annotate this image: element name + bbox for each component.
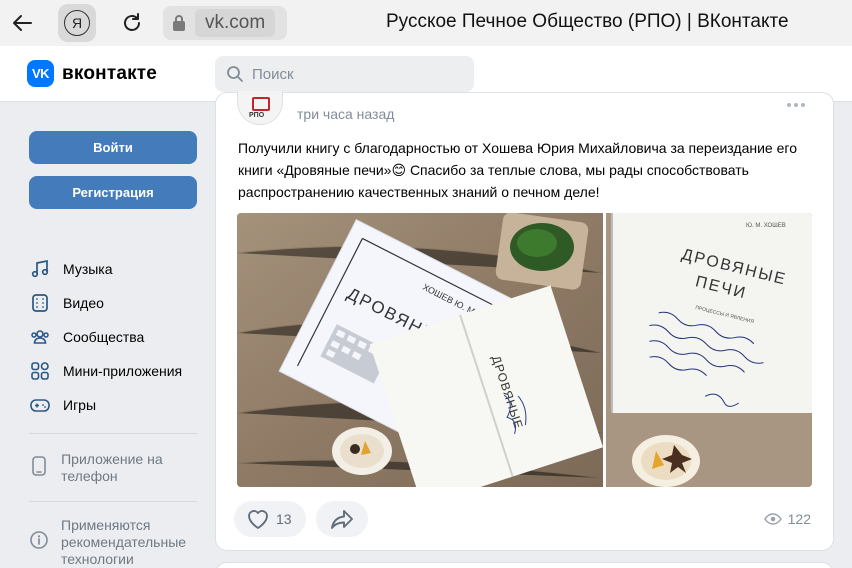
- back-button[interactable]: [4, 5, 40, 41]
- mini-apps-icon: [29, 360, 51, 382]
- reload-button[interactable]: [114, 5, 150, 41]
- sidebar-item-games[interactable]: Игры: [29, 392, 209, 418]
- more-options-icon[interactable]: [787, 101, 807, 109]
- share-icon: [330, 510, 353, 529]
- avatar-text: РПО: [249, 112, 265, 119]
- video-icon: [29, 292, 51, 314]
- sidebar-item-mini-apps[interactable]: Мини-приложения: [29, 358, 209, 384]
- sidebar-item-label: Мини-приложения: [63, 363, 183, 379]
- book-author-text-b: Ю. М. ХОШЕВ: [746, 223, 786, 229]
- browser-toolbar: Я vk.com Русское Печное Общество (РПО) |…: [0, 0, 852, 46]
- search-input[interactable]: [252, 65, 452, 83]
- info-icon: [29, 529, 49, 551]
- address-bar[interactable]: vk.com: [163, 6, 287, 40]
- eye-icon: [763, 513, 782, 525]
- vk-logo-icon: VK: [27, 60, 54, 87]
- app-phone-text: Приложение на телефон: [61, 451, 163, 484]
- sidebar-divider: [29, 433, 197, 434]
- lock-icon: [163, 6, 195, 40]
- yandex-icon: Я: [64, 10, 90, 36]
- communities-icon: [29, 326, 51, 348]
- like-button[interactable]: 13: [234, 501, 306, 537]
- heart-icon: [248, 510, 268, 529]
- sidebar-divider: [29, 501, 197, 502]
- post-time[interactable]: три часа назад: [297, 106, 394, 122]
- sidebar-item-video[interactable]: Видео: [29, 290, 209, 316]
- url-text: vk.com: [195, 9, 276, 37]
- like-count: 13: [276, 511, 292, 527]
- page-title: Русское Печное Общество (РПО) | ВКонтакт…: [386, 11, 789, 32]
- sidebar-item-communities[interactable]: Сообщества: [29, 324, 209, 350]
- sidebar-item-label: Игры: [63, 397, 97, 413]
- recommend-tech-text: Применяются рекомендательные технологии: [61, 517, 187, 567]
- register-button[interactable]: Регистрация: [29, 176, 197, 209]
- vk-logo-text: вконтакте: [62, 62, 158, 84]
- share-button[interactable]: [315, 501, 368, 537]
- games-icon: [29, 394, 51, 416]
- music-icon: [29, 258, 51, 280]
- reload-icon: [124, 13, 140, 31]
- post-photo-2[interactable]: Ю. М. ХОШЕВ ДРОВЯНЫЕ ПЕЧИ ПРОЦЕССЫ И ЯВЛ…: [606, 213, 812, 487]
- community-avatar[interactable]: РПО: [237, 91, 283, 125]
- post-text: Получили книгу с благодарностью от Хошев…: [238, 140, 797, 200]
- photo-book-dedication: Ю. М. ХОШЕВ ДРОВЯНЫЕ ПЕЧИ ПРОЦЕССЫ И ЯВЛ…: [606, 213, 812, 487]
- sidebar-item-music[interactable]: Музыка: [29, 256, 209, 282]
- post-actions: 13: [234, 501, 368, 537]
- back-arrow-icon: [13, 15, 32, 31]
- sidebar-item-label: Видео: [63, 295, 104, 311]
- avatar-emblem-icon: [252, 97, 270, 111]
- next-post-card: [215, 562, 834, 568]
- sidebar-item-label: Сообщества: [63, 329, 145, 345]
- post-photo-1[interactable]: ХОШЕВ Ю. М. ДРОВЯНЫЕ ПЕЧИ ДРОВЯНЫЕ: [237, 213, 603, 487]
- search-box[interactable]: [215, 56, 474, 92]
- wall-post: РПО три часа назад Получили книгу с благ…: [215, 91, 834, 551]
- vk-logo[interactable]: VK вконтакте: [27, 60, 157, 87]
- phone-icon: [29, 455, 49, 477]
- photo-books-on-wood: ХОШЕВ Ю. М. ДРОВЯНЫЕ ПЕЧИ ДРОВЯНЫЕ: [237, 213, 603, 487]
- recommend-tech-link[interactable]: Применяются рекомендательные технологии: [29, 517, 209, 568]
- yandex-button[interactable]: Я: [58, 4, 96, 42]
- sidebar-item-label: Музыка: [63, 261, 113, 277]
- views-counter: 122: [763, 511, 811, 527]
- post-photos: ХОШЕВ Ю. М. ДРОВЯНЫЕ ПЕЧИ ДРОВЯНЫЕ: [237, 213, 812, 487]
- login-button[interactable]: Войти: [29, 131, 197, 164]
- views-count: 122: [787, 511, 811, 527]
- left-sidebar: Войти Регистрация Музыка Видео Сообществ…: [0, 103, 215, 568]
- search-icon: [227, 66, 243, 82]
- app-phone-link[interactable]: Приложение на телефон: [29, 451, 209, 485]
